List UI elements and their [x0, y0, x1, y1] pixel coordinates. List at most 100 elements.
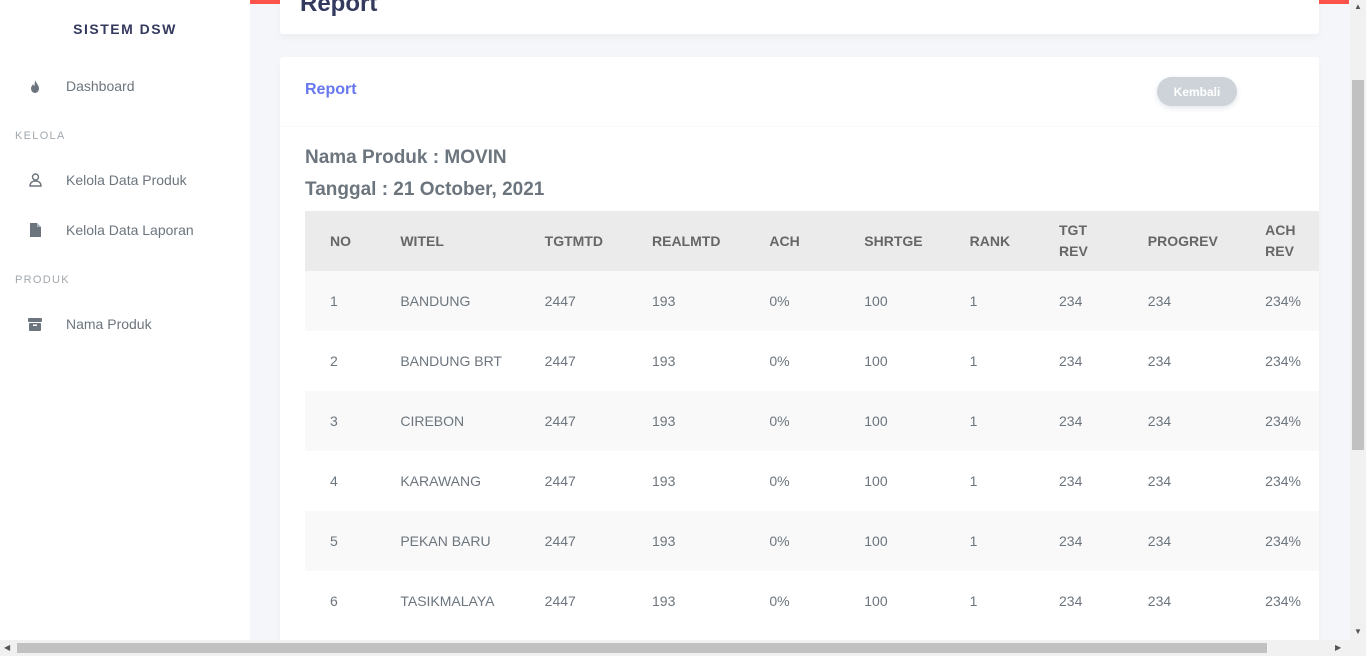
table-cell: 0%	[769, 352, 790, 369]
table-cell: 2447	[544, 592, 576, 609]
table-cell: 0%	[769, 592, 790, 609]
table-row: 1 BANDUNG 2447 193 0% 100 1 234 234 234%	[305, 271, 1319, 331]
table-cell: 234	[1059, 472, 1083, 489]
table-cell: 193	[652, 352, 676, 369]
sidebar: SISTEM DSW Dashboard KELOLA Kelola Data …	[0, 0, 250, 640]
table-cell: 1	[330, 292, 338, 309]
table-cell: 234	[1059, 292, 1083, 309]
horizontal-scroll-thumb[interactable]	[17, 643, 1267, 653]
table-row: 5 PEKAN BARU 2447 193 0% 100 1 234 234 234%	[305, 511, 1319, 571]
table-cell: KARAWANG	[400, 472, 481, 489]
table-cell: 234%	[1265, 352, 1301, 369]
table-cell: 100	[864, 592, 888, 609]
vertical-scrollbar[interactable]: ▲ ▼	[1350, 0, 1366, 640]
sidebar-item-dashboard[interactable]: Dashboard	[0, 71, 250, 101]
card-header: Report Kembali	[280, 57, 1319, 127]
scroll-right-arrow-icon[interactable]: ▶	[1335, 643, 1341, 652]
table-cell: 4	[330, 472, 338, 489]
sidebar-item-nama-produk[interactable]: Nama Produk	[0, 309, 250, 339]
table-cell: TASIKMALAYA	[400, 592, 495, 609]
column-header: SHRTGE	[864, 232, 923, 249]
vertical-scroll-thumb[interactable]	[1352, 80, 1364, 450]
table-cell: 234	[1147, 292, 1172, 309]
table-cell: 193	[652, 292, 676, 309]
table-cell: 1	[969, 292, 978, 309]
table-cell: 1	[969, 412, 978, 429]
table-cell: 3	[330, 412, 338, 429]
table-cell: 2447	[544, 532, 576, 549]
sidebar-item-label: Dashboard	[66, 78, 135, 94]
table-cell: 234%	[1265, 412, 1301, 429]
sidebar-item-label: Nama Produk	[66, 316, 152, 332]
table-cell: 0%	[769, 412, 790, 429]
table-row: 2 BANDUNG BRT 2447 193 0% 100 1 234 234 234%	[305, 331, 1319, 391]
table-cell: 1	[969, 472, 978, 489]
table-cell: 100	[864, 352, 888, 369]
brand-title[interactable]: SISTEM DSW	[0, 21, 250, 37]
table-row: 4 KARAWANG 2447 193 0% 100 1 234 234 234%	[305, 451, 1319, 511]
table-row: 3 CIREBON 2447 193 0% 100 1 234 234 234%	[305, 391, 1319, 451]
fire-icon	[27, 78, 43, 94]
table-cell: 2447	[544, 412, 576, 429]
section-header: Report	[280, 0, 1319, 34]
table-cell: 234	[1059, 532, 1083, 549]
table-cell: 234	[1059, 412, 1083, 429]
table-cell: 234%	[1265, 472, 1301, 489]
table-header-row: NO WITEL TGTMTD REALMTD ACH SHRTGE RANK …	[305, 211, 1319, 271]
page-title: Report	[300, 0, 378, 17]
sidebar-item-kelola-data-produk[interactable]: Kelola Data Produk	[0, 165, 250, 195]
column-header: TGT REV	[1059, 222, 1088, 259]
report-table: NO WITEL TGTMTD REALMTD ACH SHRTGE RANK …	[305, 211, 1319, 631]
report-date: Tanggal : 21 October, 2021	[305, 179, 545, 200]
box-icon	[27, 316, 43, 332]
file-icon	[27, 222, 43, 238]
scroll-down-arrow-icon[interactable]: ▼	[1354, 627, 1362, 636]
column-header: ACH	[769, 232, 800, 249]
table-cell: 234	[1147, 532, 1172, 549]
table-cell: BANDUNG	[400, 292, 471, 309]
table-cell: 234	[1147, 412, 1172, 429]
table-cell: 234	[1147, 592, 1172, 609]
sidebar-item-label: Kelola Data Laporan	[66, 222, 194, 238]
sidebar-item-label: Kelola Data Produk	[66, 172, 187, 188]
table-cell: 100	[864, 532, 888, 549]
product-name: Nama Produk : MOVIN	[305, 147, 507, 168]
table-cell: 234	[1059, 352, 1083, 369]
menu-header-kelola: KELOLA	[15, 130, 66, 142]
sidebar-item-kelola-data-laporan[interactable]: Kelola Data Laporan	[0, 215, 250, 245]
table-cell: 100	[864, 292, 888, 309]
table-cell: 2447	[544, 472, 576, 489]
column-header: REALMTD	[652, 232, 721, 249]
table-cell: 100	[864, 472, 888, 489]
table-cell: 193	[652, 592, 676, 609]
table-cell: 234	[1147, 472, 1172, 489]
scroll-left-arrow-icon[interactable]: ◀	[4, 643, 10, 652]
table-cell: 0%	[769, 472, 790, 489]
column-header: ACH REV	[1265, 222, 1296, 259]
back-button[interactable]: Kembali	[1157, 77, 1237, 106]
table-cell: CIREBON	[400, 412, 465, 429]
table-cell: 2447	[544, 292, 576, 309]
table-cell: 234	[1147, 352, 1172, 369]
table-cell: 2	[330, 352, 338, 369]
table-cell: 193	[652, 412, 676, 429]
table-cell: 0%	[769, 292, 790, 309]
table-cell: 2447	[544, 352, 576, 369]
scroll-up-arrow-icon[interactable]: ▲	[1354, 2, 1362, 11]
column-header: WITEL	[400, 232, 444, 249]
table-cell: 5	[330, 532, 338, 549]
table-cell: 6	[330, 592, 338, 609]
user-icon	[27, 172, 43, 188]
table-cell: 1	[969, 532, 978, 549]
column-header: NO	[330, 232, 351, 249]
report-card: Report Kembali Nama Produk : MOVIN Tangg…	[280, 57, 1319, 640]
table-cell: 0%	[769, 532, 790, 549]
table-cell: 234	[1059, 592, 1083, 609]
column-header: TGTMTD	[544, 232, 603, 249]
card-title: Report	[305, 81, 357, 98]
table-row: 6 TASIKMALAYA 2447 193 0% 100 1 234 234 234%	[305, 571, 1319, 631]
main-content: Report Report Kembali Nama Produk : MOVI…	[250, 0, 1350, 640]
column-header: RANK	[969, 232, 1011, 249]
horizontal-scrollbar[interactable]: ◀ ▶	[0, 640, 1366, 656]
column-header: PROGREV	[1147, 232, 1218, 249]
